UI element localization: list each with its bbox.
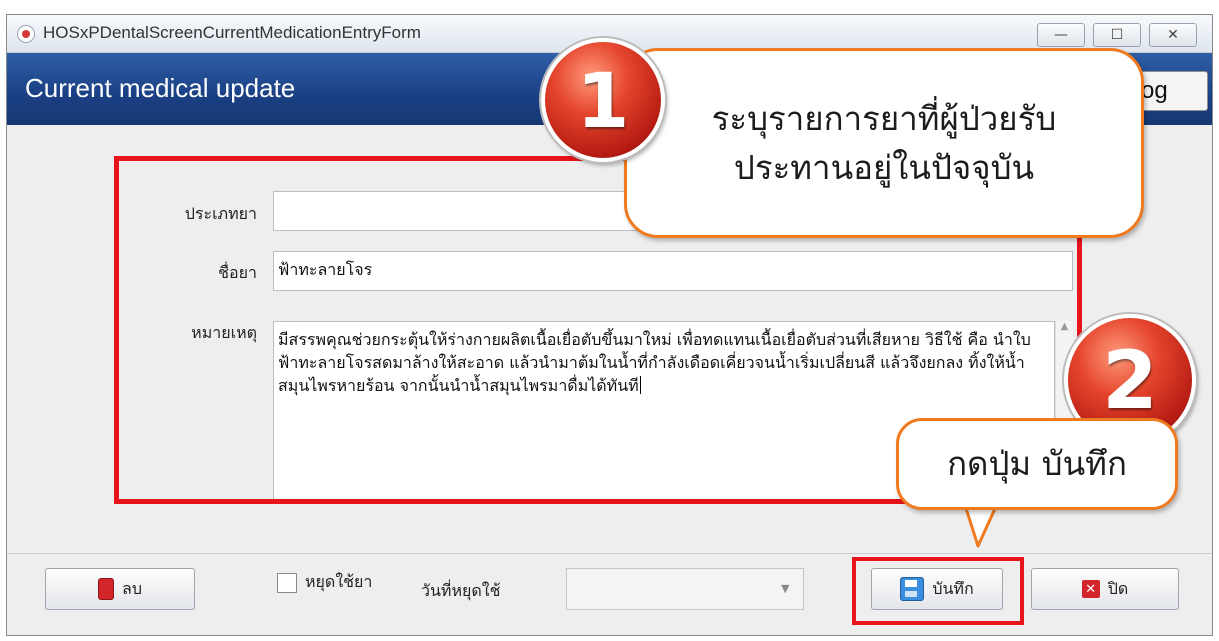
- stop-use-label: หยุดใช้ยา: [305, 572, 373, 591]
- stop-use-checkbox-group[interactable]: หยุดใช้ยา: [277, 570, 372, 595]
- stop-use-checkbox[interactable]: [277, 572, 297, 593]
- divider: [7, 553, 1212, 554]
- window-title: HOSxPDentalScreenCurrentMedicationEntryF…: [43, 23, 421, 42]
- delete-button[interactable]: ลบ: [45, 568, 195, 610]
- minimize-button[interactable]: —: [1037, 23, 1085, 47]
- close-button-label: ปิด: [1107, 578, 1129, 598]
- close-icon: ✕: [1081, 580, 1100, 598]
- delete-button-label: ลบ: [122, 578, 142, 598]
- trash-icon: [98, 578, 115, 600]
- callout-2-text: กดปุ่ม บันทึก: [947, 444, 1127, 484]
- callout-1-line-2: ประทานอยู่ในปัจจุบัน: [733, 148, 1035, 187]
- maximize-button[interactable]: ☐: [1093, 23, 1141, 47]
- close-window-button[interactable]: ✕: [1149, 23, 1197, 47]
- close-icon: ✕: [1167, 27, 1179, 43]
- chevron-down-icon: ▼: [781, 582, 790, 595]
- close-button[interactable]: ✕ ปิด: [1031, 568, 1179, 610]
- stop-date-dropdown[interactable]: ▼: [566, 568, 804, 610]
- minimize-icon: —: [1054, 27, 1068, 43]
- page-title: Current medical update: [25, 73, 296, 103]
- callout-1-line-1: ระบุรายการยาที่ผู้ป่วยรับ: [711, 98, 1057, 138]
- instruction-callout-2: กดปุ่ม บันทึก: [896, 418, 1178, 510]
- app-icon: [17, 25, 35, 43]
- save-button-highlight-frame: [852, 557, 1024, 625]
- instruction-callout-1: ระบุรายการยาที่ผู้ป่วยรับ ประทานอยู่ในปั…: [624, 48, 1144, 238]
- step-1-badge: 1: [541, 38, 665, 162]
- maximize-icon: ☐: [1110, 27, 1124, 43]
- stop-date-label: วันที่หยุดใช้: [421, 581, 501, 600]
